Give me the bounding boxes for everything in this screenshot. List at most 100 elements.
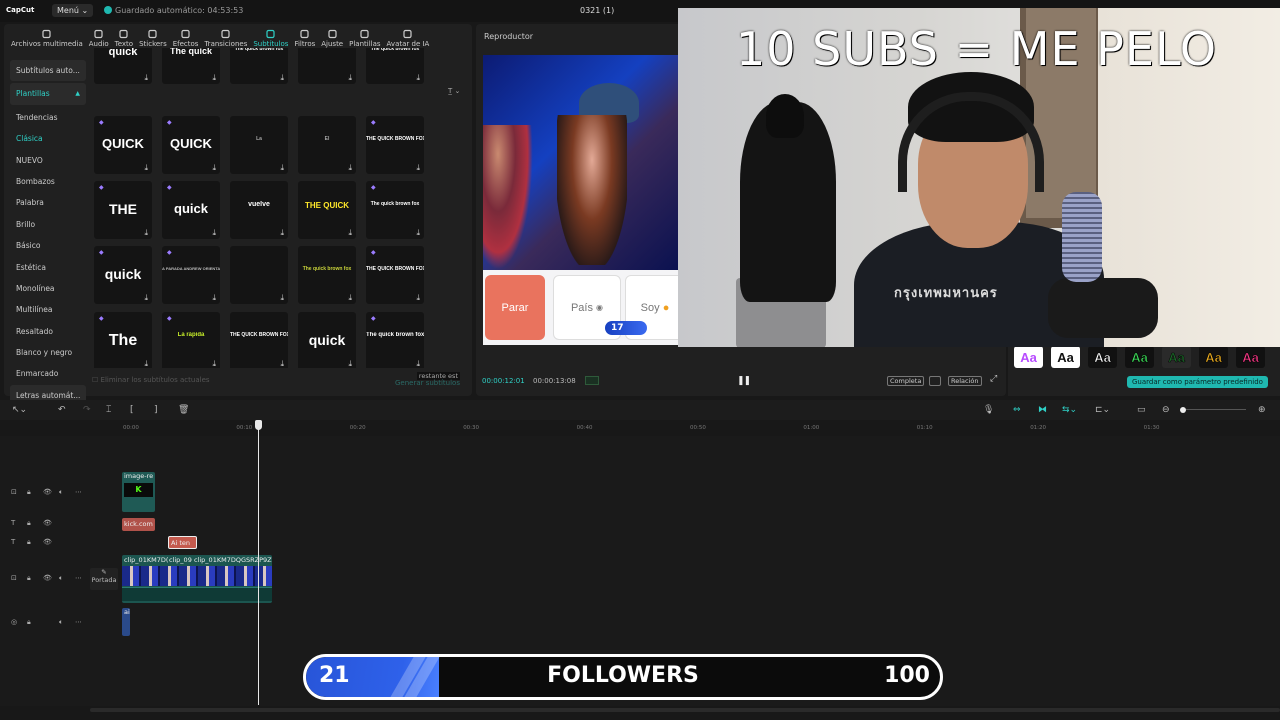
template-tile[interactable]: El ⤓	[298, 116, 356, 174]
volume-icon[interactable]: 🔈︎	[59, 574, 63, 583]
save-preset-button[interactable]: Guardar como parámetro predefinido	[1127, 376, 1268, 388]
template-tile[interactable]: The quick ⤓	[162, 48, 220, 84]
clip-ai-text[interactable]: Ai ten	[168, 536, 197, 549]
template-tile[interactable]: vuelve ⤓	[230, 181, 288, 239]
nav-item-9[interactable]: Estética	[10, 257, 86, 278]
nav-item-3[interactable]: Clásica	[10, 128, 86, 149]
undo-icon[interactable]: ↶	[58, 404, 66, 416]
select-tool-icon[interactable]: ↖⌄	[12, 404, 27, 416]
download-icon[interactable]: ⤓	[212, 360, 216, 368]
style-preset[interactable]: Aa	[1125, 346, 1154, 368]
style-preset[interactable]: Aa	[1051, 346, 1080, 368]
download-icon[interactable]: ⤓	[280, 360, 284, 368]
template-tile[interactable]: THE QUICK ⤓	[298, 181, 356, 239]
download-icon[interactable]: ⤓	[348, 74, 352, 82]
lock-icon[interactable]: 🔒︎	[27, 618, 31, 627]
clip-video-main[interactable]: clip_01KM7D( clip_09 clip_01KM7DQGSRZP9Z…	[122, 555, 272, 603]
fullscreen-icon[interactable]: ⤢	[988, 374, 999, 384]
download-icon[interactable]: ⤓	[144, 74, 148, 82]
split-icon[interactable]: ⌶	[106, 404, 111, 416]
cover-button[interactable]: ✎ Portada	[90, 568, 118, 590]
template-tile[interactable]: ◆ THE QUICK BROWN FOX ⤓	[366, 246, 424, 304]
template-tile[interactable]: ◆ The quick brown fox ⤓	[366, 181, 424, 239]
lock-icon[interactable]: 🔒︎	[27, 488, 31, 497]
style-preset[interactable]: Aa	[1236, 346, 1265, 368]
more-icon[interactable]: ⋯	[75, 618, 82, 626]
clip-image[interactable]: image-re K	[122, 472, 155, 512]
lock-icon[interactable]: 🔒︎	[27, 574, 31, 583]
download-icon[interactable]: ⤓	[144, 360, 148, 368]
crop-icon[interactable]	[929, 376, 941, 386]
nav-item-6[interactable]: Palabra	[10, 192, 86, 213]
zoom-out-icon[interactable]: ⊖	[1162, 404, 1170, 416]
style-preset[interactable]: Aa	[1199, 346, 1228, 368]
tab-media[interactable]: Archivos multimedia	[8, 24, 86, 52]
nav-item-8[interactable]: Básico	[10, 235, 86, 256]
frame-icon[interactable]: ⊡	[11, 574, 17, 582]
download-icon[interactable]: ⤓	[280, 74, 284, 82]
download-icon[interactable]: ⤓	[348, 360, 352, 368]
download-icon[interactable]: ⤓	[212, 229, 216, 237]
download-icon[interactable]: ⤓	[212, 74, 216, 82]
eye-icon[interactable]: 👁︎	[43, 574, 52, 582]
template-tile[interactable]: ◆ The ⤓	[94, 312, 152, 368]
template-tile[interactable]: THE QUICK BROWN FOX ⤓	[230, 312, 288, 368]
link-main-icon[interactable]: ⇔	[1013, 404, 1021, 416]
download-icon[interactable]: ⤓	[280, 294, 284, 302]
more-icon[interactable]: ⋯	[75, 488, 82, 496]
preview-axis-icon[interactable]: ⊏⌄	[1095, 404, 1110, 416]
template-tile[interactable]: quick ⤓	[298, 312, 356, 368]
nav-item-11[interactable]: Multilínea	[10, 299, 86, 320]
template-tile[interactable]: La ⤓	[230, 116, 288, 174]
template-tile[interactable]: ◆ QUICK ⤓	[94, 116, 152, 174]
nav-item-0[interactable]: Subtítulos auto...	[10, 60, 86, 82]
download-icon[interactable]: ⤓	[416, 294, 420, 302]
clip-kick-text[interactable]: kick.com	[122, 518, 155, 531]
nav-item-7[interactable]: Brillo	[10, 214, 86, 235]
nav-item-13[interactable]: Blanco y negro	[10, 342, 86, 363]
template-tile[interactable]: ◆ THE ⤓	[94, 181, 152, 239]
zoom-in-icon[interactable]: ⊕	[1258, 404, 1266, 416]
lock-icon[interactable]: 🔒︎	[27, 538, 31, 547]
remove-subs-checkbox[interactable]: ☐ Eliminar los subtítulos actuales	[92, 376, 210, 384]
download-icon[interactable]: ⤓	[144, 229, 148, 237]
download-icon[interactable]: ⤓	[212, 294, 216, 302]
more-icon[interactable]: ⋯	[75, 574, 82, 582]
template-tile[interactable]: ◆ A PARADA ANDREW ORIENTAL ⤓	[162, 246, 220, 304]
download-icon[interactable]: ⤓	[348, 229, 352, 237]
nav-item-5[interactable]: Bombazos	[10, 171, 86, 192]
template-tile[interactable]: The quick brown fox ⤓	[298, 246, 356, 304]
style-preset[interactable]: Aa	[1088, 346, 1117, 368]
template-tile[interactable]: ◆ quick ⤓	[162, 181, 220, 239]
template-tile[interactable]: ⤓	[298, 48, 356, 84]
template-tile[interactable]: ◆ The quick brown fox ⤓	[366, 312, 424, 368]
lock-icon[interactable]: 🔒︎	[27, 519, 31, 528]
template-tile[interactable]: ◆ QUICK ⤓	[162, 116, 220, 174]
download-icon[interactable]: ⤓	[416, 229, 420, 237]
download-icon[interactable]: ⤓	[144, 164, 148, 172]
eye-icon[interactable]: 👁︎	[43, 538, 52, 546]
download-icon[interactable]: ⤓	[280, 229, 284, 237]
redo-icon[interactable]: ↷	[83, 404, 91, 416]
download-icon[interactable]: ⤓	[416, 164, 420, 172]
download-icon[interactable]: ⤓	[348, 294, 352, 302]
template-tile[interactable]: The quick brown fox ⤓	[366, 48, 424, 84]
template-tile[interactable]: ⤓	[230, 246, 288, 304]
download-icon[interactable]: ⤓	[144, 294, 148, 302]
download-icon[interactable]: ⤓	[416, 74, 420, 82]
nav-item-2[interactable]: Tendencias	[10, 107, 86, 128]
caption-icon[interactable]: ▭	[1137, 404, 1146, 416]
split-left-icon[interactable]: [	[130, 404, 134, 416]
volume-icon[interactable]: 🔈︎	[59, 618, 63, 627]
player-preview[interactable]: Parar País ◉ Soy ● 17	[483, 55, 679, 345]
download-icon[interactable]: ⤓	[416, 360, 420, 368]
generate-subs-button[interactable]: Generar subtítulos	[395, 379, 460, 387]
nav-item-10[interactable]: Monolínea	[10, 278, 86, 299]
nav-item-12[interactable]: Resaltado	[10, 321, 86, 342]
download-icon[interactable]: ⤓	[348, 164, 352, 172]
magnet-icon[interactable]: ⧓	[1038, 404, 1047, 416]
nav-item-14[interactable]: Enmarcado	[10, 363, 86, 384]
linkage-icon[interactable]: ⇆⌄	[1062, 404, 1077, 416]
template-tile[interactable]: ◆ THE QUICK BROWN FOX ⤓	[366, 116, 424, 174]
playhead-handle[interactable]	[255, 420, 262, 430]
